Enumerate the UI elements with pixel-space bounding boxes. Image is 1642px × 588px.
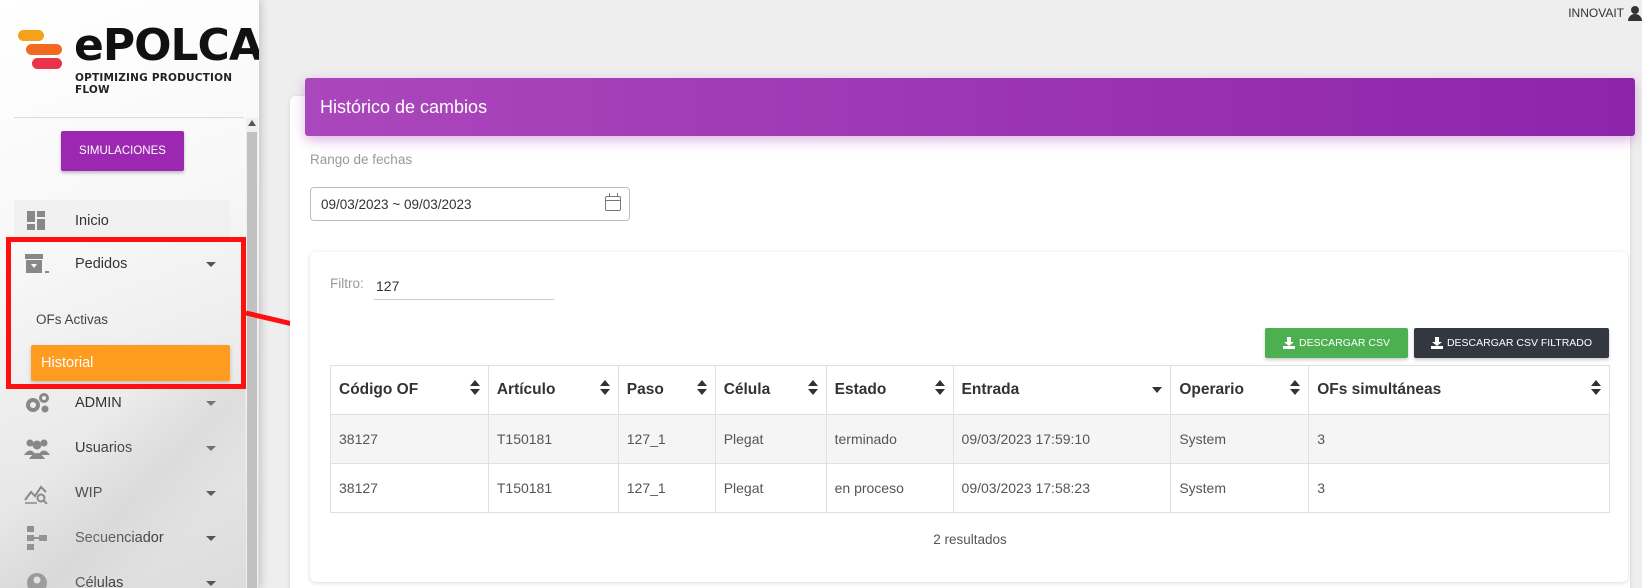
- sidebar-item-inicio[interactable]: Inicio: [14, 200, 230, 242]
- sort-icon: [807, 380, 818, 396]
- scroll-up-icon[interactable]: [248, 120, 256, 126]
- chevron-down-icon: [206, 536, 216, 541]
- annotation-highlight-box: [6, 237, 246, 389]
- date-range-value: 09/03/2023 ~ 09/03/2023: [321, 196, 472, 212]
- cell-estado: en proceso: [825, 463, 954, 513]
- user-menu[interactable]: INNOVAIT: [1568, 6, 1642, 21]
- user-circle-icon: [22, 571, 52, 588]
- cell-celula: Plegat: [714, 414, 827, 464]
- column-header-articulo[interactable]: Artículo: [487, 365, 619, 415]
- page-title: Histórico de cambios: [305, 78, 1635, 136]
- download-icon: [1282, 337, 1295, 349]
- chevron-down-icon: [206, 401, 216, 406]
- sort-icon: [599, 380, 610, 396]
- column-header-entrada[interactable]: Entrada: [952, 365, 1172, 415]
- gears-icon: [22, 391, 52, 415]
- chevron-down-icon: [206, 581, 216, 586]
- date-range-picker[interactable]: 09/03/2023 ~ 09/03/2023: [310, 187, 630, 221]
- cell-estado: terminado: [825, 414, 954, 464]
- sidebar-item-label: WIP: [75, 485, 103, 501]
- sitemap-icon: [22, 526, 52, 550]
- sidebar-scrollbar[interactable]: [246, 118, 258, 588]
- sort-icon: [934, 380, 945, 396]
- column-header-codigo-of[interactable]: Código OF: [330, 365, 489, 415]
- download-csv-label: DESCARGAR CSV: [1298, 337, 1391, 349]
- cell-paso: 127_1: [617, 463, 716, 513]
- download-csv-button[interactable]: DESCARGAR CSV: [1265, 328, 1408, 358]
- cell-celula: Plegat: [714, 463, 827, 513]
- table-row[interactable]: 38127 T150181 127_1 Plegat en proceso 09…: [330, 463, 1610, 513]
- logo-text: ePOLCA: [74, 20, 259, 71]
- cell-operario: System: [1170, 463, 1310, 513]
- sort-icon: [469, 380, 480, 396]
- calendar-icon[interactable]: [605, 193, 621, 211]
- chevron-down-icon: [206, 491, 216, 496]
- sidebar-item-label: ADMIN: [75, 395, 122, 411]
- cell-ofs-simultaneas: 3: [1308, 463, 1610, 513]
- sidebar-divider: [14, 117, 244, 118]
- history-table: Código OF Artículo Paso Célula Estado En…: [330, 365, 1610, 513]
- table-row[interactable]: 38127 T150181 127_1 Plegat terminado 09/…: [330, 414, 1610, 464]
- cell-entrada: 09/03/2023 17:58:23: [952, 463, 1172, 513]
- filter-input[interactable]: [374, 272, 554, 300]
- cell-paso: 127_1: [617, 414, 716, 464]
- chart-search-icon: [22, 481, 52, 505]
- cell-articulo: T150181: [487, 414, 619, 464]
- cell-codigo-of: 38127: [330, 463, 489, 513]
- download-csv-filtered-button[interactable]: DESCARGAR CSV FILTRADO: [1414, 328, 1609, 358]
- sort-icon: [1290, 380, 1301, 396]
- sort-icon: [1591, 380, 1601, 396]
- sidebar-item-wip[interactable]: WIP: [14, 472, 230, 514]
- user-icon: [1628, 6, 1642, 21]
- sidebar-item-celulas[interactable]: Células: [14, 562, 230, 588]
- column-header-paso[interactable]: Paso: [617, 365, 716, 415]
- cell-codigo-of: 38127: [330, 414, 489, 464]
- sidebar-item-secuenciador[interactable]: Secuenciador: [14, 517, 230, 559]
- scrollbar-thumb[interactable]: [247, 132, 257, 588]
- simulaciones-button[interactable]: SIMULACIONES: [61, 131, 184, 171]
- dashboard-icon: [22, 209, 52, 233]
- cell-operario: System: [1170, 414, 1310, 464]
- column-header-operario[interactable]: Operario: [1170, 365, 1310, 415]
- column-header-ofs-simultaneas[interactable]: OFs simultáneas: [1308, 365, 1610, 415]
- user-name: INNOVAIT: [1568, 6, 1624, 20]
- cell-ofs-simultaneas: 3: [1308, 414, 1610, 464]
- column-header-estado[interactable]: Estado: [825, 365, 954, 415]
- download-csv-filtered-label: DESCARGAR CSV FILTRADO: [1446, 337, 1593, 349]
- sidebar-item-label: Secuenciador: [75, 530, 164, 546]
- logo-subtitle: OPTIMIZING PRODUCTION FLOW: [75, 72, 233, 96]
- sort-icon: [696, 380, 707, 396]
- sidebar-item-usuarios[interactable]: Usuarios: [14, 427, 230, 469]
- date-range-label: Rango de fechas: [310, 152, 413, 167]
- chevron-down-icon: [206, 446, 216, 451]
- cell-articulo: T150181: [487, 463, 619, 513]
- cell-entrada: 09/03/2023 17:59:10: [952, 414, 1172, 464]
- sort-desc-icon: [1152, 387, 1163, 393]
- epolca-logo[interactable]: ePOLCA OPTIMIZING PRODUCTION FLOW: [18, 20, 259, 96]
- filter-label: Filtro:: [330, 276, 364, 291]
- sidebar-item-label: Células: [75, 575, 124, 588]
- table-header-row: Código OF Artículo Paso Célula Estado En…: [330, 365, 1610, 415]
- download-icon: [1430, 337, 1443, 349]
- sidebar-item-label: Usuarios: [75, 440, 133, 456]
- sidebar-item-label: Inicio: [75, 213, 109, 229]
- users-icon: [22, 436, 52, 460]
- results-count: 2 resultados: [933, 532, 1007, 547]
- column-header-celula[interactable]: Célula: [714, 365, 827, 415]
- logo-mark-icon: [18, 30, 64, 70]
